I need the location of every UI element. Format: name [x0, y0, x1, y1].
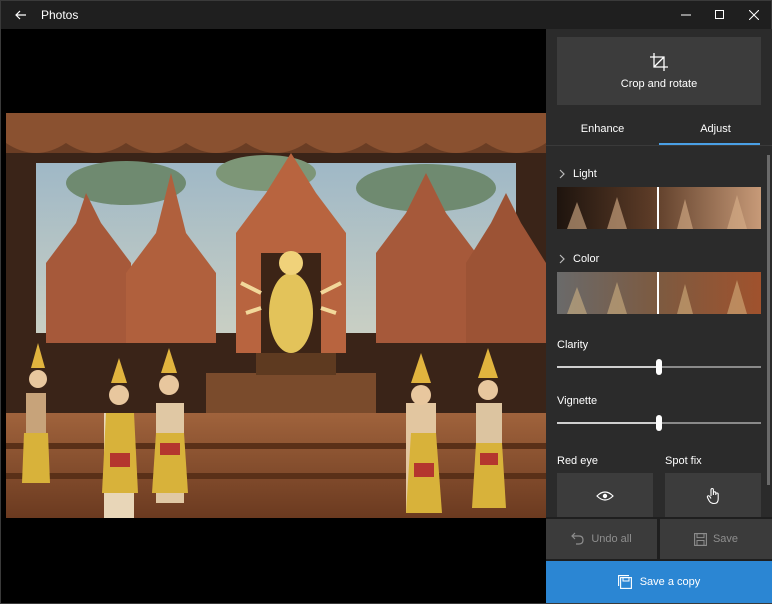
clarity-label: Clarity: [557, 339, 589, 351]
spot-fix-button[interactable]: [665, 473, 761, 519]
color-section-toggle[interactable]: Color: [557, 253, 599, 265]
eye-icon: [596, 491, 614, 501]
photos-window: Photos Crop and rotate Enhance Adjust Li…: [0, 0, 772, 604]
undo-all-label: Undo all: [591, 533, 632, 545]
save-copy-icon: [617, 575, 632, 589]
chevron-right-icon: [559, 169, 565, 179]
vignette-thumb[interactable]: [656, 415, 662, 431]
title-bar: Photos: [1, 1, 771, 29]
save-a-copy-button[interactable]: Save a copy: [546, 561, 772, 603]
tab-adjust[interactable]: Adjust: [659, 113, 772, 145]
spot-fix-label: Spot fix: [665, 455, 702, 467]
chevron-right-icon: [559, 254, 565, 264]
close-icon: [749, 10, 759, 20]
stage-performance-photo: [6, 113, 546, 518]
hand-touch-icon: [706, 487, 719, 505]
red-eye-button[interactable]: [557, 473, 653, 519]
maximize-icon: [715, 10, 724, 19]
window-title: Photos: [41, 8, 79, 22]
color-label: Color: [573, 253, 600, 265]
close-button[interactable]: [737, 1, 771, 29]
minimize-icon: [681, 14, 691, 16]
vignette-label: Vignette: [557, 395, 598, 407]
minimize-button[interactable]: [669, 1, 703, 29]
panel-scrollbar[interactable]: [767, 155, 770, 485]
photo-canvas: [1, 29, 546, 603]
save-a-copy-label: Save a copy: [639, 576, 701, 588]
light-label: Light: [573, 168, 597, 180]
color-preview-strip: [557, 272, 761, 314]
save-icon: [694, 532, 707, 546]
clarity-fill: [557, 366, 659, 368]
action-bar: Undo all Save Save a copy: [546, 517, 772, 603]
back-button[interactable]: [1, 1, 41, 29]
undo-all-button[interactable]: Undo all: [546, 519, 657, 559]
tab-divider: [546, 145, 772, 146]
crop-and-rotate-label: Crop and rotate: [620, 78, 698, 90]
clarity-thumb[interactable]: [656, 359, 662, 375]
crop-icon: [650, 53, 668, 71]
clarity-slider[interactable]: [557, 357, 761, 377]
light-section-toggle[interactable]: Light: [557, 168, 597, 180]
edit-panel: Crop and rotate Enhance Adjust Light Col…: [546, 29, 772, 519]
save-label: Save: [712, 533, 739, 545]
maximize-button[interactable]: [703, 1, 737, 29]
crop-and-rotate-button[interactable]: Crop and rotate: [557, 37, 761, 105]
light-adjust-strip[interactable]: [557, 187, 761, 229]
vignette-fill: [557, 422, 659, 424]
color-adjust-strip[interactable]: [557, 272, 761, 314]
edit-tabs: Enhance Adjust: [546, 113, 772, 145]
vignette-slider[interactable]: [557, 413, 761, 433]
red-eye-label: Red eye: [557, 455, 598, 467]
light-preview-strip: [557, 187, 761, 229]
back-arrow-icon: [15, 10, 26, 20]
photo-image: [6, 113, 546, 518]
tab-enhance[interactable]: Enhance: [546, 113, 659, 145]
save-button[interactable]: Save: [660, 519, 772, 559]
window-controls: [669, 1, 771, 29]
undo-icon: [571, 532, 584, 545]
